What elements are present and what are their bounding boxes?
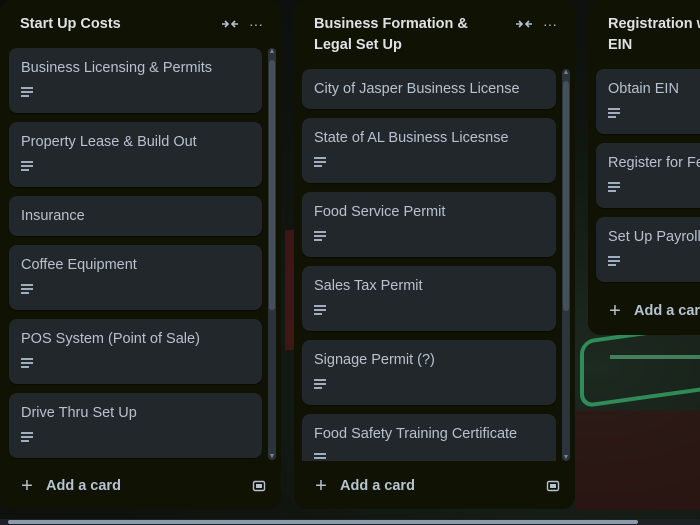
card-title: Set Up Payroll: [608, 229, 700, 245]
card[interactable]: Coffee Equipment: [9, 245, 262, 310]
scrollbar[interactable]: ▲ ▼: [268, 48, 276, 460]
ellipsis-icon[interactable]: ···: [243, 14, 269, 35]
description-lines-icon: [314, 453, 326, 461]
description-lines-icon: [608, 108, 620, 118]
scrollbar-thumb[interactable]: [269, 60, 275, 310]
card[interactable]: Food Service Permit: [302, 192, 556, 257]
card-title: Signage Permit (?): [314, 352, 435, 368]
plus-icon: +: [315, 474, 327, 497]
ellipsis-icon[interactable]: ···: [537, 14, 563, 35]
scroll-up-icon[interactable]: ▲: [562, 69, 570, 76]
card[interactable]: Drive Thru Set Up: [9, 393, 262, 458]
scrollbar[interactable]: ▲ ▼: [562, 69, 570, 461]
card[interactable]: City of Jasper Business License: [302, 69, 556, 109]
list-title[interactable]: Registration w EIN: [608, 14, 700, 56]
add-card-button[interactable]: + Add a card: [10, 475, 247, 498]
card[interactable]: Register for Fe: [596, 143, 700, 208]
card-title: Insurance: [21, 208, 85, 224]
list-footer: + Add a card: [304, 470, 565, 502]
card-list: City of Jasper Business License State of…: [302, 69, 556, 461]
description-lines-icon: [608, 182, 620, 192]
card-template-icon[interactable]: [541, 474, 565, 498]
card-title: Drive Thru Set Up: [21, 405, 137, 421]
background-neon-sign: [610, 355, 700, 379]
card[interactable]: POS System (Point of Sale): [9, 319, 262, 384]
card[interactable]: Obtain EIN: [596, 69, 700, 134]
card-title: POS System (Point of Sale): [21, 331, 200, 347]
card-title: Sales Tax Permit: [314, 278, 423, 294]
card-list: Business Licensing & Permits Property Le…: [9, 48, 262, 467]
card-template-icon[interactable]: [247, 474, 271, 498]
collapse-arrows-icon[interactable]: [217, 14, 243, 35]
card[interactable]: Signage Permit (?): [302, 340, 556, 405]
collapse-arrows-icon[interactable]: [511, 14, 537, 35]
description-lines-icon: [608, 256, 620, 266]
scrollbar-thumb[interactable]: [563, 81, 569, 311]
card-title: Obtain EIN: [608, 81, 679, 97]
description-lines-icon: [21, 358, 33, 368]
description-lines-icon: [21, 87, 33, 97]
card[interactable]: Sales Tax Permit: [302, 266, 556, 331]
list-business-formation: Business Formation & Legal Set Up ··· Ci…: [294, 0, 575, 509]
plus-icon: +: [21, 474, 33, 497]
card-title: Coffee Equipment: [21, 257, 137, 273]
add-card-label: Add a card: [634, 303, 700, 319]
list-header: Start Up Costs ···: [0, 0, 281, 41]
list-header: Business Formation & Legal Set Up ···: [294, 0, 575, 62]
card[interactable]: Set Up Payroll: [596, 217, 700, 282]
plus-icon: +: [609, 299, 621, 322]
add-card-button[interactable]: + Add a card: [598, 300, 700, 323]
add-card-label: Add a card: [340, 478, 415, 494]
description-lines-icon: [314, 305, 326, 315]
description-lines-icon: [21, 432, 33, 442]
scroll-up-icon[interactable]: ▲: [268, 48, 276, 55]
card[interactable]: Insurance: [9, 196, 262, 236]
card-title: State of AL Business Licesnse: [314, 130, 509, 146]
card-title: Food Service Permit: [314, 204, 446, 220]
card-title: Property Lease & Build Out: [21, 134, 197, 150]
description-lines-icon: [314, 379, 326, 389]
description-lines-icon: [314, 157, 326, 167]
list-footer: + Add a card: [10, 470, 271, 502]
board-scrollbar-thumb[interactable]: [8, 520, 638, 524]
list-title[interactable]: Business Formation & Legal Set Up: [314, 14, 511, 56]
list-registration-ein: Registration w EIN Obtain EIN Register f…: [588, 0, 700, 335]
description-lines-icon: [21, 161, 33, 171]
scroll-down-icon[interactable]: ▼: [562, 454, 570, 461]
card-title: Register for Fe: [608, 155, 700, 171]
description-lines-icon: [314, 231, 326, 241]
card-list: Obtain EIN Register for Fe Set Up Payrol…: [596, 69, 700, 291]
board-horizontal-scrollbar[interactable]: [0, 519, 700, 525]
add-card-button[interactable]: + Add a card: [304, 475, 541, 498]
card-title: City of Jasper Business License: [314, 81, 520, 97]
list-title[interactable]: Start Up Costs: [20, 14, 217, 35]
card-title: Food Safety Training Certificate: [314, 426, 518, 442]
list-header: Registration w EIN: [588, 0, 700, 62]
description-lines-icon: [21, 284, 33, 294]
card[interactable]: Business Licensing & Permits: [9, 48, 262, 113]
card[interactable]: State of AL Business Licesnse: [302, 118, 556, 183]
list-start-up-costs: Start Up Costs ··· Business Licensing & …: [0, 0, 281, 509]
card[interactable]: Food Safety Training Certificate: [302, 414, 556, 461]
scroll-down-icon[interactable]: ▼: [268, 453, 276, 460]
card-title: Business Licensing & Permits: [21, 60, 212, 76]
add-card-label: Add a card: [46, 478, 121, 494]
list-footer: + Add a card: [598, 295, 700, 327]
background-decoration: [575, 410, 700, 510]
card[interactable]: Property Lease & Build Out: [9, 122, 262, 187]
